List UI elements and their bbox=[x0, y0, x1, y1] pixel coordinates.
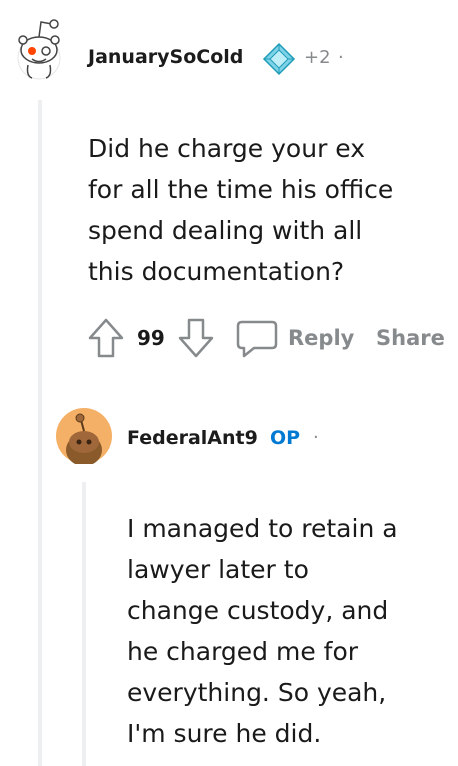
share-button[interactable]: Share bbox=[376, 326, 445, 350]
snoo-avatar-icon bbox=[17, 19, 61, 80]
speech-bubble-icon bbox=[236, 320, 278, 358]
comment-body: I managed to retain a lawyer later to ch… bbox=[127, 514, 398, 748]
thread-line[interactable] bbox=[38, 100, 42, 766]
op-badge: OP bbox=[270, 427, 301, 449]
avatar[interactable] bbox=[56, 408, 112, 466]
meta-separator: · bbox=[313, 427, 319, 448]
comment-author[interactable]: FederalAnt9 bbox=[127, 427, 258, 449]
upvote-arrow-icon bbox=[88, 318, 124, 358]
downvote-button[interactable] bbox=[176, 316, 216, 360]
comment-body: Did he charge your ex for all the time h… bbox=[88, 134, 394, 286]
reply-button[interactable]: Reply bbox=[236, 318, 376, 360]
upvote-button[interactable] bbox=[86, 316, 126, 360]
comment-author[interactable]: JanuarySoCold bbox=[88, 46, 243, 68]
avatar[interactable] bbox=[8, 10, 70, 80]
meta-separator: · bbox=[338, 47, 344, 68]
diamond-award-icon[interactable] bbox=[262, 42, 296, 76]
snoo-avatar-icon bbox=[56, 408, 112, 466]
thread-line[interactable] bbox=[82, 482, 86, 766]
downvote-arrow-icon bbox=[178, 318, 214, 358]
vote-score: 99 bbox=[137, 326, 165, 350]
reply-label: Reply bbox=[288, 326, 355, 350]
award-count: +2 bbox=[304, 47, 331, 68]
